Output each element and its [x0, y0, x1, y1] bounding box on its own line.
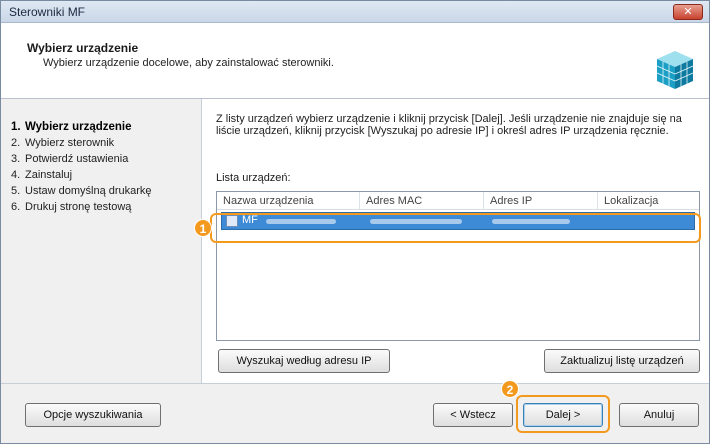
callout-2: 2: [501, 380, 519, 398]
search-by-ip-button[interactable]: Wyszukaj według adresu IP: [218, 349, 390, 373]
step-set-default-printer: 5. Ustaw domyślną drukarkę: [11, 185, 152, 197]
column-location[interactable]: Lokalizacja: [598, 192, 699, 210]
search-options-button[interactable]: Opcje wyszukiwania: [25, 403, 161, 427]
page-subtitle: Wybierz urządzenie docelowe, aby zainsta…: [43, 57, 334, 69]
wizard-header: Wybierz urządzenie Wybierz urządzenie do…: [1, 23, 709, 99]
title-bar: Sterowniki MF ✕: [1, 1, 709, 23]
footer-separator: [1, 383, 709, 384]
column-mac-address[interactable]: Adres MAC: [360, 192, 484, 210]
installer-window: Sterowniki MF ✕ Wybierz urządzenie Wybie…: [0, 0, 710, 444]
wizard-steps: 1. Wybierz urządzenie 2. Wybierz sterownik…: [11, 119, 211, 215]
back-button[interactable]: < Wstecz: [433, 403, 513, 427]
column-ip-address[interactable]: Adres IP: [484, 192, 598, 210]
product-cube-icon: [656, 51, 694, 89]
next-button-highlight: [516, 395, 610, 433]
device-list-header: Nazwa urządzenia Adres MAC Adres IP Loka…: [217, 192, 699, 210]
callout-1: 1: [194, 219, 212, 237]
refresh-device-list-button[interactable]: Zaktualizuj listę urządzeń: [544, 349, 700, 373]
page-title: Wybierz urządzenie: [27, 41, 139, 55]
window-title: Sterowniki MF: [9, 5, 86, 19]
device-list-label: Lista urządzeń:: [216, 172, 291, 184]
column-device-name[interactable]: Nazwa urządzenia: [217, 192, 360, 210]
step-select-driver: 2. Wybierz sterownik: [11, 137, 115, 149]
device-row-highlight: [210, 213, 701, 243]
instructions-text: Z listy urządzeń wybierz urządzenie i kl…: [216, 113, 682, 137]
cancel-button[interactable]: Anuluj: [619, 403, 699, 427]
step-confirm-settings: 3. Potwierdź ustawienia: [11, 153, 129, 165]
close-button[interactable]: ✕: [673, 4, 703, 20]
step-select-device: 1. Wybierz urządzenie: [11, 121, 132, 133]
step-print-test-page: 6. Drukuj stronę testową: [11, 201, 132, 213]
step-install: 4. Zainstaluj: [11, 169, 73, 181]
